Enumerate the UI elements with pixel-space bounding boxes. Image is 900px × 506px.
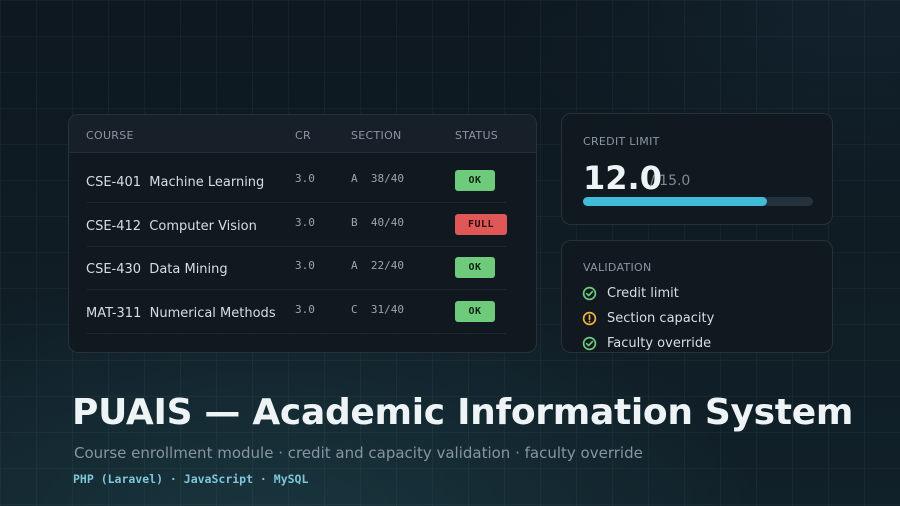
course-name: CSE-412 Computer Vision: [86, 219, 257, 234]
validation-label: Credit limit: [607, 286, 679, 301]
header-status: STATUS: [455, 129, 499, 142]
status-badge: OK: [455, 301, 495, 322]
check-circle-icon: [582, 286, 597, 301]
course-name: MAT-311 Numerical Methods: [86, 306, 276, 321]
header-section: SECTION: [351, 129, 402, 142]
page-subtitle: Course enrollment module · credit and ca…: [74, 444, 643, 462]
row-divider: [87, 333, 506, 334]
tech-stack: PHP (Laravel) · JavaScript · MySQL: [73, 472, 309, 486]
course-section: A 22/40: [351, 259, 404, 272]
course-name: CSE-430 Data Mining: [86, 262, 228, 277]
status-badge: OK: [455, 170, 495, 191]
course-section: C 31/40: [351, 303, 404, 316]
table-row[interactable]: CSE-412 Computer Vision 3.0 B 40/40 FULL: [69, 203, 536, 247]
credit-max: / 15.0: [650, 173, 691, 189]
warning-circle-icon: [582, 311, 597, 326]
header-course: COURSE: [86, 129, 134, 142]
course-credits: 3.0: [295, 259, 315, 272]
table-row[interactable]: MAT-311 Numerical Methods 3.0 C 31/40 OK: [69, 290, 536, 334]
validation-item-credit-limit: Credit limit: [582, 284, 822, 304]
course-credits: 3.0: [295, 216, 315, 229]
table-header: COURSE CR SECTION STATUS: [69, 115, 536, 153]
course-credits: 3.0: [295, 303, 315, 316]
course-credits: 3.0: [295, 172, 315, 185]
credit-limit-card: CREDIT LIMIT 12.0 / 15.0: [561, 113, 833, 225]
course-table: COURSE CR SECTION STATUS CSE-401 Machine…: [68, 114, 537, 353]
canvas: COURSE CR SECTION STATUS CSE-401 Machine…: [0, 0, 900, 506]
validation-card: VALIDATION Credit limit Section capacity…: [561, 240, 833, 353]
validation-label: Faculty override: [607, 336, 712, 351]
validation-title: VALIDATION: [583, 261, 652, 274]
table-row[interactable]: CSE-401 Machine Learning 3.0 A 38/40 OK: [69, 159, 536, 203]
page-title: PUAIS — Academic Information System: [72, 392, 854, 433]
course-name: CSE-401 Machine Learning: [86, 175, 265, 190]
check-circle-icon: [582, 336, 597, 351]
credit-progress-bar: [583, 197, 813, 206]
validation-item-faculty-override: Faculty override: [582, 334, 822, 354]
credit-limit-title: CREDIT LIMIT: [583, 135, 660, 148]
validation-label: Section capacity: [607, 311, 715, 326]
credit-progress-fill: [583, 197, 767, 206]
course-section: B 40/40: [351, 216, 404, 229]
header-cr: CR: [295, 129, 311, 142]
course-section: A 38/40: [351, 172, 404, 185]
status-badge: OK: [455, 257, 495, 278]
validation-item-section-capacity: Section capacity: [582, 309, 822, 329]
status-badge: FULL: [455, 214, 507, 235]
table-row[interactable]: CSE-430 Data Mining 3.0 A 22/40 OK: [69, 246, 536, 290]
